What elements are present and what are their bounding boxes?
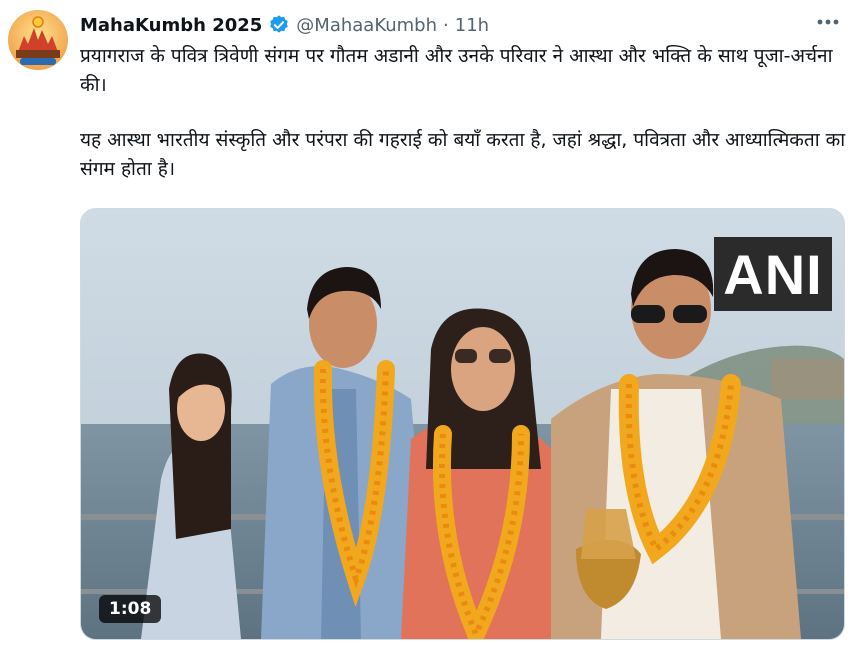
ani-watermark: ANI [714, 237, 832, 311]
post-text: प्रयागराज के पवित्र त्रिवेणी संगम पर गौत… [80, 42, 846, 210]
video-duration-badge: 1:08 [99, 595, 162, 623]
display-name[interactable]: MahaKumbh 2025 [80, 15, 262, 36]
ani-watermark-text: ANI [723, 242, 823, 306]
avatar-image [8, 10, 68, 70]
video-player[interactable]: ANI 1:08 [80, 208, 845, 640]
avatar[interactable] [8, 10, 68, 70]
post-paragraph-2: यह आस्था भारतीय संस्कृति और परंपरा की गह… [80, 129, 846, 180]
post-paragraph-1: प्रयागराज के पवित्र त्रिवेणी संगम पर गौत… [80, 45, 833, 96]
handle[interactable]: @MahaaKumbh [296, 15, 437, 36]
verified-badge-icon [268, 14, 290, 36]
timestamp[interactable]: 11h [455, 15, 489, 36]
separator-dot: · [443, 14, 449, 36]
post-header: MahaKumbh 2025 @MahaaKumbh · 11h [80, 12, 856, 38]
more-options-icon[interactable] [814, 8, 842, 36]
